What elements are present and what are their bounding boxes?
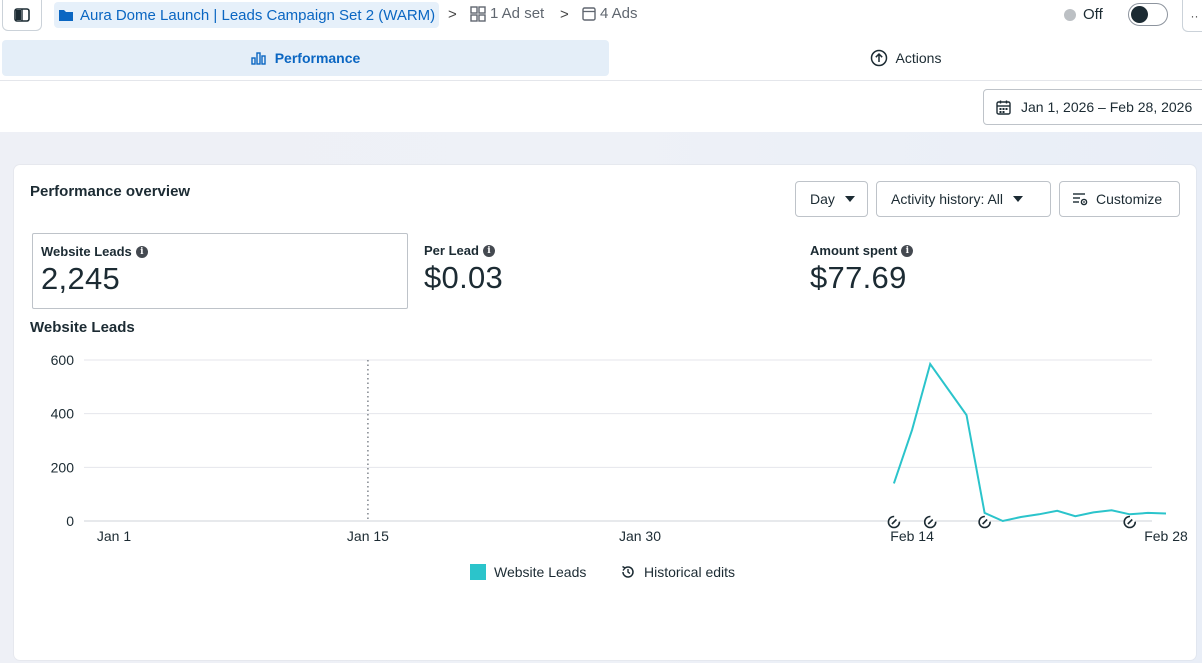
- historical-edit-marker: [887, 515, 901, 529]
- x-tick-label: Feb 14: [890, 528, 934, 544]
- tab-actions-label: Actions: [895, 50, 942, 66]
- panel-toggle-button[interactable]: [2, 0, 42, 31]
- metric-amount-spent[interactable]: Amount spent i $77.69: [802, 233, 1172, 309]
- chart-title: Website Leads: [30, 319, 135, 336]
- campaign-toggle[interactable]: [1128, 3, 1168, 26]
- x-tick-label: Jan 30: [619, 528, 661, 544]
- customize-button[interactable]: Customize: [1059, 181, 1180, 217]
- adset-count: 1 Ad set: [490, 5, 545, 22]
- breadcrumb-ads[interactable]: 4 Ads: [582, 5, 638, 22]
- calendar-icon: [996, 100, 1011, 115]
- ellipsis-icon: ··: [1190, 8, 1199, 23]
- y-tick-label: 200: [51, 459, 75, 475]
- caret-down-icon: [1013, 196, 1024, 202]
- legend-website-leads[interactable]: Website Leads: [470, 564, 586, 580]
- website-leads-chart: 0 200 400 600 Jan 1 Jan 15 Jan 30 Feb 14 Feb 28: [51, 352, 1188, 544]
- grid-icon: [470, 5, 486, 22]
- tab-performance-label: Performance: [274, 50, 361, 66]
- legend-label: Website Leads: [494, 564, 587, 580]
- metric-value: $77.69: [810, 260, 907, 295]
- y-tick-label: 600: [51, 352, 75, 368]
- activity-history-label: Activity history: All: [891, 191, 1004, 207]
- campaign-name: Aura Dome Launch | Leads Campaign Set 2 …: [80, 6, 436, 24]
- ads-count: 4 Ads: [600, 5, 638, 22]
- granularity-dropdown[interactable]: Day: [795, 181, 868, 217]
- legend-swatch: [470, 564, 486, 580]
- status-dot: [1064, 9, 1076, 21]
- metric-label: Per Lead: [424, 243, 479, 258]
- metric-value: 2,245: [41, 261, 121, 296]
- status-label: Off: [1083, 6, 1103, 23]
- date-range-picker[interactable]: Jan 1, 2026 – Feb 28, 2026: [983, 89, 1202, 125]
- legend-label: Historical edits: [644, 564, 736, 580]
- x-tick-label: Jan 1: [97, 528, 131, 544]
- chevron-right-icon: >: [448, 6, 457, 23]
- metric-per-lead[interactable]: Per Lead i $0.03: [416, 233, 786, 309]
- arrow-up-circle-icon: [870, 49, 887, 67]
- metric-value: $0.03: [424, 260, 504, 295]
- metric-label: Amount spent: [810, 243, 898, 258]
- top-bar: Aura Dome Launch | Leads Campaign Set 2 …: [0, 0, 1202, 32]
- legend-historical-edits[interactable]: Historical edits: [620, 564, 735, 580]
- activity-history-dropdown[interactable]: Activity history: All: [876, 181, 1051, 217]
- series-line-website-leads: [892, 361, 1167, 523]
- side-panel-icon: [14, 8, 30, 22]
- caret-down-icon: [844, 196, 855, 202]
- more-button[interactable]: ··: [1182, 0, 1202, 32]
- info-icon[interactable]: i: [482, 244, 495, 257]
- date-range-label: Jan 1, 2026 – Feb 28, 2026: [1021, 99, 1193, 115]
- folder-icon: [59, 10, 73, 21]
- breadcrumb-campaign[interactable]: Aura Dome Launch | Leads Campaign Set 2 …: [54, 2, 440, 28]
- history-icon: [622, 565, 634, 578]
- customize-label: Customize: [1096, 191, 1163, 207]
- chevron-right-icon: >: [560, 6, 569, 23]
- x-tick-label: Feb 28: [1144, 528, 1188, 544]
- historical-edit-marker: [923, 515, 937, 529]
- info-icon[interactable]: i: [135, 245, 148, 258]
- tab-performance[interactable]: Performance: [2, 40, 609, 76]
- toggle-knob: [1131, 6, 1148, 23]
- settings-sliders-icon: [1073, 193, 1088, 206]
- tab-bar: Performance Actions: [0, 40, 1202, 81]
- card-title: Performance overview: [30, 183, 191, 200]
- metric-label: Website Leads: [41, 244, 132, 259]
- y-tick-label: 0: [66, 513, 74, 529]
- tab-actions[interactable]: Actions: [609, 40, 1202, 76]
- breadcrumb-adset[interactable]: 1 Ad set: [470, 5, 544, 22]
- granularity-label: Day: [810, 191, 835, 207]
- historical-edit-marker: [1123, 515, 1137, 529]
- metric-website-leads[interactable]: Website Leads i 2,245: [32, 233, 408, 309]
- y-tick-label: 400: [51, 406, 75, 422]
- ad-icon: [582, 6, 596, 21]
- bar-chart-icon: [251, 52, 266, 65]
- historical-edit-marker: [978, 515, 991, 529]
- info-icon[interactable]: i: [901, 244, 914, 257]
- performance-overview-card: Performance overview Day Activity histor…: [14, 165, 1196, 660]
- x-tick-label: Jan 15: [347, 528, 389, 544]
